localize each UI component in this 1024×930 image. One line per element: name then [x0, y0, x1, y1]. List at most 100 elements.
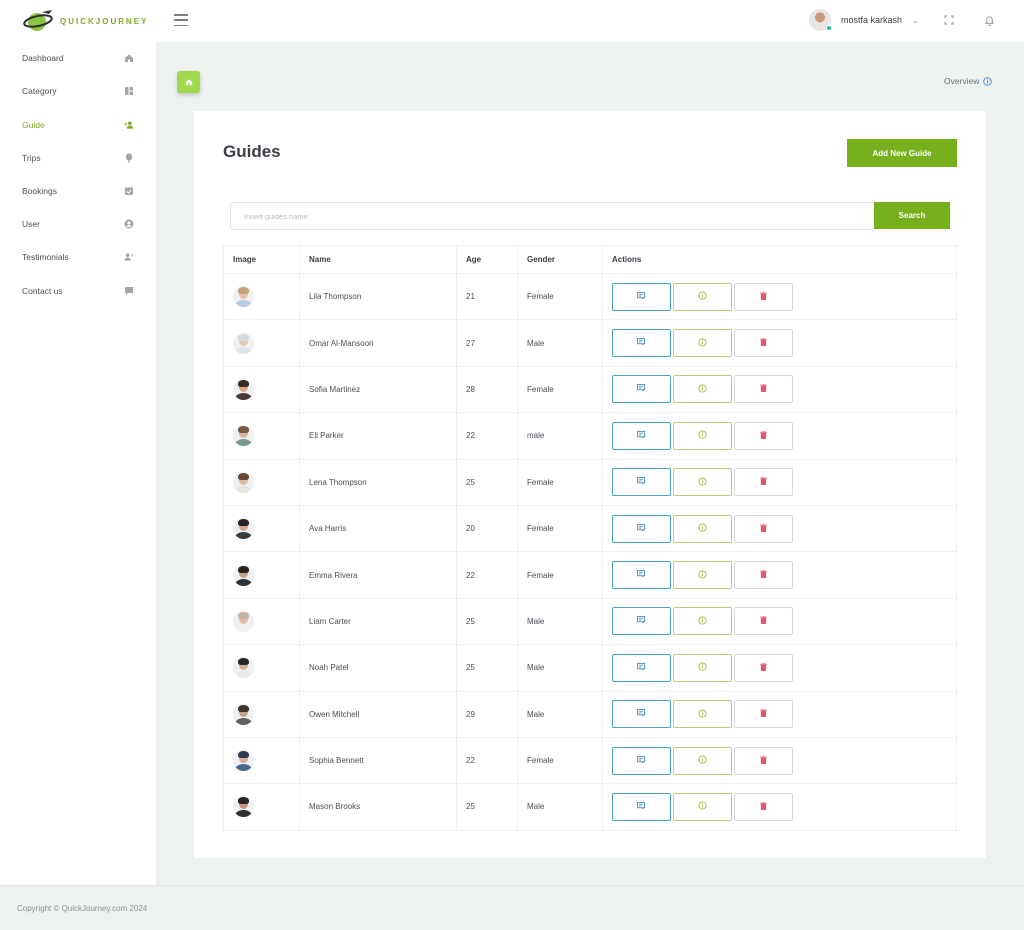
search-button[interactable]: Search: [874, 202, 950, 229]
brand-logo[interactable]: QUICKJOURNEY: [22, 4, 148, 38]
details-button[interactable]: [673, 514, 732, 543]
edit-icon: [637, 384, 646, 394]
guide-age: 25: [457, 645, 518, 691]
overview-link[interactable]: Overview: [944, 76, 993, 86]
image-cell: [224, 598, 300, 645]
edit-button[interactable]: [612, 607, 671, 636]
search-input[interactable]: [230, 202, 874, 230]
details-button[interactable]: [673, 375, 732, 404]
column-header: Age: [457, 246, 518, 273]
details-button[interactable]: [673, 329, 732, 358]
guide-name: Sofia Martinez: [300, 366, 457, 413]
delete-button[interactable]: [734, 746, 793, 775]
guide-gender: Male: [518, 645, 603, 691]
details-button[interactable]: [673, 746, 732, 775]
edit-icon: [637, 801, 646, 812]
delete-button[interactable]: [734, 329, 793, 358]
home-button[interactable]: [177, 71, 200, 93]
guide-avatar: [233, 564, 254, 586]
sidebar-item-contact-us[interactable]: Contact us: [0, 280, 156, 302]
details-button[interactable]: [673, 653, 732, 682]
edit-button[interactable]: [612, 421, 671, 450]
guide-age: 22: [457, 413, 518, 459]
guide-gender: Female: [518, 552, 603, 598]
trash-icon: [760, 430, 767, 441]
delete-button[interactable]: [734, 653, 793, 682]
edit-button[interactable]: [612, 792, 671, 821]
details-button[interactable]: [673, 607, 732, 636]
image-cell: [224, 737, 300, 784]
info-icon: [983, 76, 993, 86]
guide-name: Owen Mitchell: [300, 691, 457, 737]
column-header: Actions: [612, 255, 642, 264]
delete-button[interactable]: [734, 607, 793, 636]
delete-button[interactable]: [734, 514, 793, 543]
user-name: mostfa karkash: [841, 15, 903, 25]
actions-cell: [603, 274, 956, 319]
fullscreen-icon[interactable]: [942, 13, 956, 27]
delete-button[interactable]: [734, 421, 793, 450]
table-body: Lila Thompson 21 Female Omar Al-Mansoori 27 M…: [224, 273, 956, 830]
details-button[interactable]: [673, 421, 732, 450]
edit-button[interactable]: [612, 514, 671, 543]
details-button[interactable]: [673, 282, 732, 311]
trash-icon: [760, 291, 767, 302]
guide-avatar: [233, 332, 254, 354]
avatar: [809, 9, 832, 31]
edit-button[interactable]: [612, 282, 671, 311]
details-button[interactable]: [673, 792, 732, 821]
info-icon: [698, 709, 707, 720]
top-bar: QUICKJOURNEY mostfa karkash ⌄: [0, 0, 1024, 42]
info-icon: [698, 338, 707, 349]
edit-button[interactable]: [612, 746, 671, 775]
actions-cell: [603, 738, 956, 783]
bell-icon[interactable]: [982, 13, 996, 27]
sidebar-item-label: Dashboard: [22, 53, 64, 63]
guide-gender: Female: [518, 459, 603, 505]
sidebar-item-category[interactable]: Category: [0, 80, 156, 102]
image-cell: [224, 505, 300, 552]
info-icon: [698, 384, 707, 395]
user-voice-icon: [124, 252, 134, 262]
image-cell: [224, 645, 300, 691]
details-button[interactable]: [673, 561, 732, 590]
user-menu[interactable]: mostfa karkash ⌄: [809, 9, 919, 31]
sidebar-item-label: Guide: [22, 120, 45, 130]
edit-button[interactable]: [612, 375, 671, 404]
edit-button[interactable]: [612, 653, 671, 682]
footer: Copyright © QuickJourney.com 2024: [0, 885, 1024, 930]
actions-cell: [603, 552, 956, 597]
sidebar-item-guide[interactable]: Guide: [0, 114, 156, 136]
sidebar-item-user[interactable]: User: [0, 213, 156, 235]
edit-button[interactable]: [612, 561, 671, 590]
delete-button[interactable]: [734, 468, 793, 497]
add-guide-button[interactable]: Add New Guide: [847, 139, 957, 167]
delete-button[interactable]: [734, 282, 793, 311]
details-button[interactable]: [673, 468, 732, 497]
table-row: Ava Harris 20 Female: [224, 504, 956, 552]
delete-button[interactable]: [734, 375, 793, 404]
edit-icon: [637, 338, 646, 348]
actions-cell: [603, 460, 956, 505]
guide-gender: Female: [518, 274, 603, 320]
column-header: Gender: [518, 246, 603, 273]
sidebar-item-bookings[interactable]: Bookings: [0, 180, 156, 202]
edit-button[interactable]: [612, 468, 671, 497]
edit-icon: [637, 709, 646, 719]
sidebar-item-trips[interactable]: Trips: [0, 147, 156, 169]
delete-button[interactable]: [734, 792, 793, 821]
delete-button[interactable]: [734, 700, 793, 729]
edit-button[interactable]: [612, 700, 671, 729]
sidebar-item-testimonials[interactable]: Testimonials: [0, 246, 156, 268]
chevron-down-icon: ⌄: [912, 15, 919, 25]
menu-toggle-button[interactable]: [174, 14, 188, 26]
delete-button[interactable]: [734, 561, 793, 590]
edit-button[interactable]: [612, 329, 671, 358]
overview-label: Overview: [944, 76, 980, 86]
sidebar-item-dashboard[interactable]: Dashboard: [0, 47, 156, 69]
table-row: Lena Thompson 25 Female: [224, 458, 956, 505]
image-cell: [224, 459, 300, 505]
table-row: Sofia Martinez 28 Female: [224, 365, 956, 413]
details-button[interactable]: [673, 700, 732, 729]
actions-cell: [603, 506, 956, 551]
